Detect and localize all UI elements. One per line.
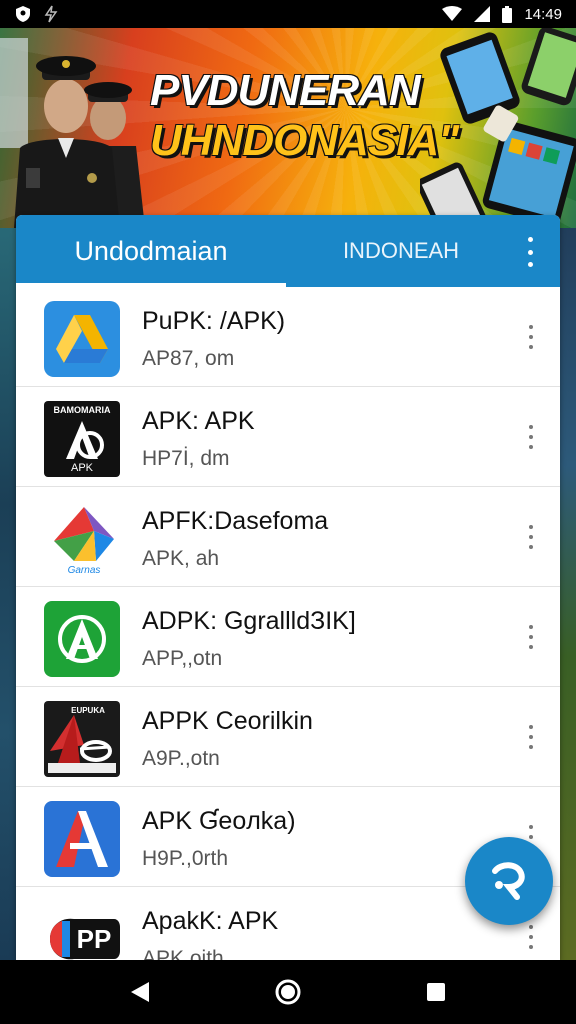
overflow-menu-icon[interactable]: [520, 237, 540, 267]
app-size: APK, ah: [142, 547, 220, 570]
wifi-icon: [442, 6, 463, 22]
svg-text:BAMOMARIA: BAMOMARIA: [54, 405, 111, 415]
status-time: 14:49: [524, 5, 562, 23]
svg-text:PP: PP: [77, 924, 112, 954]
banner-title-line2: UHNDONASIA": [150, 116, 459, 165]
app-size: HP7İ, dm: [142, 447, 230, 470]
bolt-icon: [44, 5, 58, 23]
app-name: APFK:Dasefoma: [142, 507, 329, 535]
app-name: APK Ɠeoлka): [142, 807, 296, 835]
status-bar: 14:49: [0, 0, 576, 28]
tab-bar: Undodmaian INDONEAH: [16, 215, 560, 287]
app-name: ADPK: GgrallldЗIK]: [142, 607, 356, 635]
drive-like-icon: [44, 301, 120, 377]
list-item[interactable]: Garnas APFK:Dasefoma APK, ah: [16, 487, 560, 587]
list-item[interactable]: EUPUKA APPK Ceorilkin A9P.,otn: [16, 687, 560, 787]
battery-icon: [502, 5, 513, 23]
list-item[interactable]: BAMOMARIA APK APK: APK HP7İ, dm: [16, 387, 560, 487]
list-item[interactable]: ADPK: GgrallldЗIK] APP,,otn: [16, 587, 560, 687]
svg-text:Garnas: Garnas: [68, 565, 101, 576]
more-options-icon[interactable]: [526, 325, 536, 349]
shield-icon: [14, 5, 32, 23]
navigation-bar: [0, 960, 576, 1024]
svg-text:APK: APK: [71, 462, 94, 474]
svg-text:EUPUKA: EUPUKA: [71, 706, 105, 715]
app-size: A9P.,otn: [142, 747, 220, 770]
officers-image: [0, 28, 150, 228]
more-options-icon[interactable]: [526, 925, 536, 949]
banner-title: PVDUNERAN UHNDONASIA": [150, 66, 459, 166]
home-icon[interactable]: [272, 976, 304, 1008]
app-size: AP87, om: [142, 347, 235, 370]
app-name: PuPK: /APK): [142, 307, 286, 335]
app-name: APPK Ceorilkin: [142, 707, 313, 735]
more-options-icon[interactable]: [526, 625, 536, 649]
more-options-icon[interactable]: [526, 725, 536, 749]
more-options-icon[interactable]: [526, 525, 536, 549]
colorful-a-logo-icon: Garnas: [44, 501, 120, 577]
blue-a-logo-icon: [44, 801, 120, 877]
app-size: H9P.,0rth: [142, 847, 228, 870]
banner-title-line1: PVDUNERAN: [150, 66, 421, 115]
app-size: APK,oith: [142, 947, 224, 960]
back-icon[interactable]: [124, 976, 156, 1008]
floating-action-button[interactable]: [465, 837, 553, 925]
npp-logo-icon: PP: [44, 901, 120, 960]
app-size: APP,,otn: [142, 647, 223, 670]
app-name: APK: APK: [142, 407, 255, 435]
green-a-logo-icon: [44, 601, 120, 677]
refresh-icon: [492, 862, 525, 900]
recents-icon[interactable]: [420, 976, 452, 1008]
signal-icon: [474, 6, 491, 22]
promo-banner[interactable]: PVDUNERAN UHNDONASIA": [0, 28, 576, 228]
more-options-icon[interactable]: [526, 425, 536, 449]
red-glasses-logo-icon: EUPUKA: [44, 701, 120, 777]
tab-undodmaian[interactable]: Undodmaian: [16, 215, 286, 287]
black-a-logo-icon: BAMOMARIA APK: [44, 401, 120, 477]
list-item[interactable]: PuPK: /APK) AP87, om: [16, 287, 560, 387]
tab-indoneah[interactable]: INDONEAH: [286, 215, 516, 287]
app-name: ApakK: APK: [142, 907, 279, 935]
